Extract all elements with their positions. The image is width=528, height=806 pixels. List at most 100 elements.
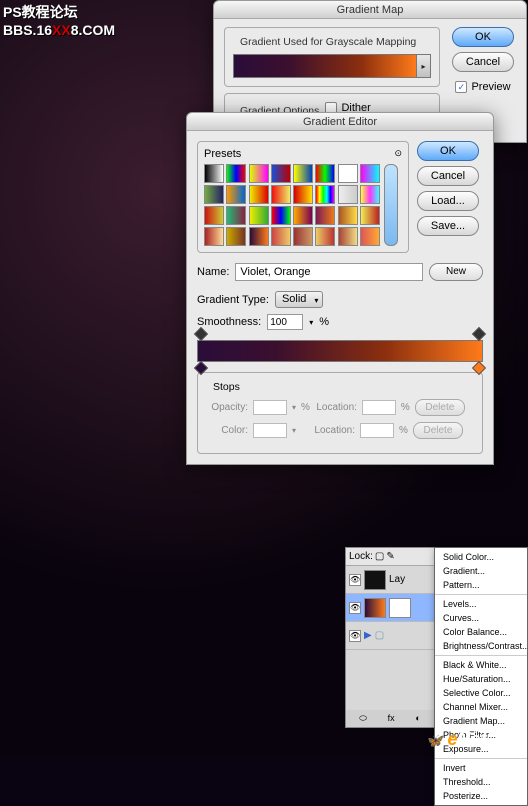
preset-swatch[interactable] (271, 227, 291, 246)
preset-swatch[interactable] (226, 227, 246, 246)
preset-swatch[interactable] (249, 185, 269, 204)
layers-panel: Lock: ▢ ✎ 👁 Lay 👁 👁 ▶ ▢ ⬭ fx ◐ (345, 547, 435, 728)
layer-thumb (364, 598, 386, 618)
preset-swatch[interactable] (315, 227, 335, 246)
preset-swatch[interactable] (204, 227, 224, 246)
adjustment-menu-item[interactable]: Black & White... (435, 658, 527, 672)
fx-icon[interactable]: fx (388, 713, 395, 724)
adjustment-menu-item[interactable]: Levels... (435, 597, 527, 611)
preset-swatch[interactable] (293, 227, 313, 246)
adjustment-menu-item[interactable]: Threshold... (435, 775, 527, 789)
preset-swatch[interactable] (271, 206, 291, 225)
mask-icon[interactable]: ◐ (415, 713, 420, 724)
preset-swatch[interactable] (338, 206, 358, 225)
layer-row[interactable]: 👁 (346, 594, 434, 622)
adjustment-menu-item[interactable]: Brightness/Contrast... (435, 639, 527, 653)
preset-swatch[interactable] (315, 164, 335, 183)
preset-swatch[interactable] (338, 227, 358, 246)
load-button[interactable]: Load... (417, 191, 479, 211)
preset-swatch[interactable] (293, 164, 313, 183)
preset-swatch[interactable] (293, 185, 313, 204)
adjustment-menu-item[interactable]: Solid Color... (435, 550, 527, 564)
adjustment-menu-item[interactable]: Invert (435, 761, 527, 775)
preset-swatch[interactable] (204, 185, 224, 204)
adjustment-menu-item[interactable]: Pattern... (435, 578, 527, 592)
save-button[interactable]: Save... (417, 216, 479, 236)
preset-swatch[interactable] (338, 164, 358, 183)
preset-swatch[interactable] (360, 206, 380, 225)
smoothness-arrow-icon[interactable]: ▾ (309, 318, 313, 327)
layer-row[interactable]: 👁 ▶ ▢ (346, 622, 434, 650)
folder-arrow-icon[interactable]: ▶ (364, 630, 372, 641)
adjustment-menu-item[interactable]: Gradient... (435, 564, 527, 578)
percent-label: % (301, 402, 310, 413)
preview-checkbox[interactable]: ✓ Preview (455, 81, 510, 93)
preview-label: Preview (471, 81, 510, 93)
visibility-icon[interactable]: 👁 (349, 630, 361, 642)
ok-button[interactable]: OK (417, 141, 479, 161)
cancel-button[interactable]: Cancel (452, 52, 514, 72)
preset-swatch[interactable] (249, 227, 269, 246)
lock-transparency-icon[interactable]: ▢ (375, 551, 384, 562)
preset-swatch[interactable] (360, 185, 380, 204)
preset-swatch[interactable] (271, 164, 291, 183)
preset-swatch[interactable] (204, 206, 224, 225)
lock-brush-icon[interactable]: ✎ (386, 551, 394, 562)
opacity-input[interactable] (253, 400, 287, 415)
layer-label: Lay (389, 574, 405, 585)
presets-scrollbar[interactable] (384, 164, 398, 246)
adjustment-menu-item[interactable]: Posterize... (435, 789, 527, 803)
adjustment-menu-item[interactable]: Hue/Saturation... (435, 672, 527, 686)
preset-swatch[interactable] (226, 164, 246, 183)
gradient-type-label: Gradient Type: (197, 294, 269, 306)
link-icon[interactable]: ⬭ (359, 713, 367, 724)
name-label: Name: (197, 266, 229, 278)
visibility-icon[interactable]: 👁 (349, 574, 361, 586)
preset-swatch[interactable] (204, 164, 224, 183)
gradient-preview[interactable] (233, 54, 417, 78)
gradient-dropdown-arrow[interactable]: ▸ (417, 54, 431, 78)
gradient-editor-dialog: Gradient Editor Presets ⊙ OK Cancel Load… (186, 112, 494, 465)
watermark-line2: BBS.16XX8.COM (3, 21, 115, 39)
adjustment-menu-item[interactable]: Gradient Map... (435, 714, 527, 728)
cancel-button[interactable]: Cancel (417, 166, 479, 186)
location-label: Location: (315, 402, 357, 413)
location-input[interactable] (362, 400, 396, 415)
percent-label: % (399, 425, 408, 436)
preset-swatch[interactable] (360, 227, 380, 246)
preset-swatch[interactable] (226, 185, 246, 204)
preset-swatch[interactable] (226, 206, 246, 225)
presets-menu-icon[interactable]: ⊙ (394, 148, 402, 160)
adjustment-menu-item[interactable]: Channel Mixer... (435, 700, 527, 714)
adjustment-menu-item[interactable]: Selective Color... (435, 686, 527, 700)
adjustment-menu-item[interactable]: Color Balance... (435, 625, 527, 639)
new-button[interactable]: New (429, 263, 483, 281)
preset-swatch[interactable] (360, 164, 380, 183)
preset-swatch[interactable] (271, 185, 291, 204)
color-swatch[interactable] (253, 423, 287, 438)
preset-swatch[interactable] (249, 164, 269, 183)
layer-row[interactable]: 👁 Lay (346, 566, 434, 594)
name-input[interactable] (235, 263, 423, 281)
enet-watermark: 🦋 eNet.com.cn (426, 729, 518, 750)
visibility-icon[interactable]: 👁 (349, 602, 361, 614)
folder-icon: ▢ (375, 630, 384, 641)
gradient-type-select[interactable]: Solid (275, 291, 323, 308)
delete-button[interactable]: Delete (415, 399, 465, 416)
adjustment-layer-menu: Solid Color...Gradient...Pattern... Level… (434, 547, 528, 806)
adjustment-menu-item[interactable]: Curves... (435, 611, 527, 625)
preset-swatch[interactable] (249, 206, 269, 225)
smoothness-input[interactable] (267, 314, 303, 330)
layer-mask-thumb (389, 598, 411, 618)
preset-swatch[interactable] (293, 206, 313, 225)
stops-label: Stops (210, 381, 243, 393)
ok-button[interactable]: OK (452, 27, 514, 47)
color-label: Color: (206, 425, 248, 436)
preset-swatch[interactable] (315, 206, 335, 225)
gradient-edit-bar[interactable] (197, 340, 483, 362)
location-input[interactable] (360, 423, 394, 438)
preset-swatch[interactable] (338, 185, 358, 204)
preset-swatch[interactable] (315, 185, 335, 204)
opacity-label: Opacity: (206, 402, 248, 413)
delete-button[interactable]: Delete (413, 422, 463, 439)
